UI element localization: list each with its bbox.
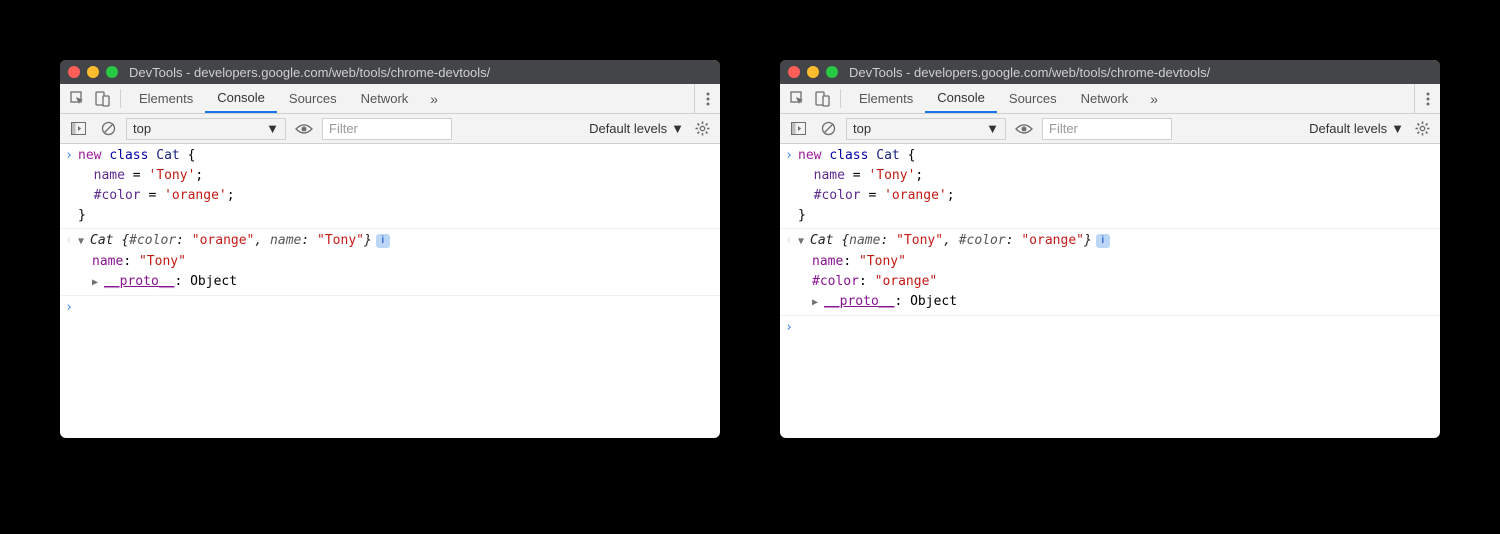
tabbar: Elements Console Sources Network » <box>60 84 720 114</box>
sidebar-toggle-icon[interactable] <box>66 122 90 135</box>
tab-network[interactable]: Network <box>1069 84 1141 113</box>
info-icon[interactable]: i <box>1096 234 1110 248</box>
return-icon <box>60 231 78 293</box>
inspect-icon[interactable] <box>66 84 90 113</box>
chevron-down-icon: ▼ <box>986 121 999 136</box>
devtools-window: DevTools - developers.google.com/web/too… <box>60 60 720 438</box>
tab-sources[interactable]: Sources <box>997 84 1069 113</box>
prompt-icon: › <box>780 146 798 226</box>
chevron-down-icon[interactable]: ▼ <box>78 232 90 252</box>
prompt-icon[interactable]: › <box>780 318 798 338</box>
tab-console[interactable]: Console <box>925 84 997 113</box>
menu-icon[interactable] <box>1414 84 1440 113</box>
minimize-icon[interactable] <box>807 66 819 78</box>
chevron-right-icon[interactable]: ▶ <box>812 293 824 313</box>
chevron-down-icon: ▼ <box>671 121 684 136</box>
console-output: › new class Cat { name = 'Tony'; #color … <box>780 144 1440 438</box>
clear-icon[interactable] <box>96 121 120 136</box>
tabs-overflow-icon[interactable]: » <box>1140 84 1168 113</box>
chevron-down-icon: ▼ <box>266 121 279 136</box>
zoom-icon[interactable] <box>106 66 118 78</box>
context-value: top <box>853 121 871 136</box>
levels-label: Default levels <box>1309 121 1387 136</box>
log-levels-select[interactable]: Default levels ▼ <box>1309 121 1404 136</box>
prompt-icon: › <box>60 146 78 226</box>
tab-elements[interactable]: Elements <box>127 84 205 113</box>
device-icon[interactable] <box>810 84 834 113</box>
devtools-window: DevTools - developers.google.com/web/too… <box>780 60 1440 438</box>
chevron-right-icon[interactable]: ▶ <box>92 273 104 293</box>
console-input-empty[interactable] <box>78 298 720 318</box>
console-input-empty[interactable] <box>798 318 1440 338</box>
chevron-down-icon: ▼ <box>1391 121 1404 136</box>
console-output: › new class Cat { name = 'Tony'; #color … <box>60 144 720 438</box>
filter-placeholder: Filter <box>329 121 358 136</box>
zoom-icon[interactable] <box>826 66 838 78</box>
eye-icon[interactable] <box>1012 123 1036 135</box>
console-input-code[interactable]: new class Cat { name = 'Tony'; #color = … <box>78 146 720 226</box>
minimize-icon[interactable] <box>87 66 99 78</box>
close-icon[interactable] <box>788 66 800 78</box>
close-icon[interactable] <box>68 66 80 78</box>
console-input-code[interactable]: new class Cat { name = 'Tony'; #color = … <box>798 146 1440 226</box>
gear-icon[interactable] <box>1410 121 1434 136</box>
console-toolbar: top ▼ Filter Default levels ▼ <box>60 114 720 144</box>
eye-icon[interactable] <box>292 123 316 135</box>
tabs-overflow-icon[interactable]: » <box>420 84 448 113</box>
titlebar: DevTools - developers.google.com/web/too… <box>780 60 1440 84</box>
prompt-icon[interactable]: › <box>60 298 78 318</box>
return-icon <box>780 231 798 313</box>
tab-network[interactable]: Network <box>349 84 421 113</box>
device-icon[interactable] <box>90 84 114 113</box>
log-levels-select[interactable]: Default levels ▼ <box>589 121 684 136</box>
context-value: top <box>133 121 151 136</box>
levels-label: Default levels <box>589 121 667 136</box>
context-select[interactable]: top ▼ <box>126 118 286 140</box>
console-output-object[interactable]: ▼Cat {name: "Tony", #color: "orange"}i n… <box>798 231 1440 313</box>
filter-input[interactable]: Filter <box>322 118 452 140</box>
menu-icon[interactable] <box>694 84 720 113</box>
inspect-icon[interactable] <box>786 84 810 113</box>
tab-sources[interactable]: Sources <box>277 84 349 113</box>
tabbar: Elements Console Sources Network » <box>780 84 1440 114</box>
console-toolbar: top ▼ Filter Default levels ▼ <box>780 114 1440 144</box>
clear-icon[interactable] <box>816 121 840 136</box>
tab-console[interactable]: Console <box>205 84 277 113</box>
window-title: DevTools - developers.google.com/web/too… <box>129 65 490 80</box>
chevron-down-icon[interactable]: ▼ <box>798 232 810 252</box>
console-output-object[interactable]: ▼Cat {#color: "orange", name: "Tony"}i n… <box>78 231 720 293</box>
info-icon[interactable]: i <box>376 234 390 248</box>
window-title: DevTools - developers.google.com/web/too… <box>849 65 1210 80</box>
gear-icon[interactable] <box>690 121 714 136</box>
filter-placeholder: Filter <box>1049 121 1078 136</box>
tab-elements[interactable]: Elements <box>847 84 925 113</box>
filter-input[interactable]: Filter <box>1042 118 1172 140</box>
titlebar: DevTools - developers.google.com/web/too… <box>60 60 720 84</box>
context-select[interactable]: top ▼ <box>846 118 1006 140</box>
sidebar-toggle-icon[interactable] <box>786 122 810 135</box>
